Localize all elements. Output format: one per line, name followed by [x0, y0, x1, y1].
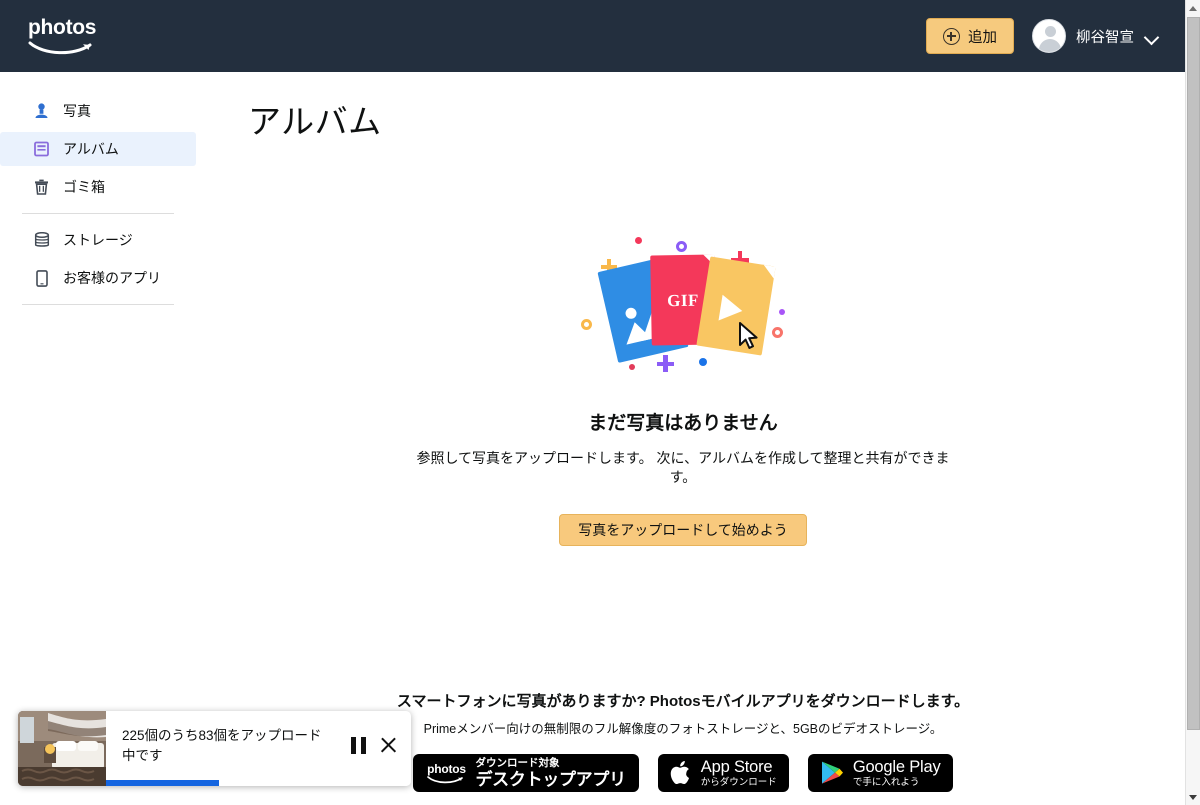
- upload-toast-actions: [351, 737, 403, 754]
- pause-icon[interactable]: [351, 737, 366, 754]
- empty-state: GIF まだ写真はありません 参照して写真をアップロードします。 次に、アルバム…: [196, 227, 1170, 546]
- dot-crimson: [629, 364, 635, 370]
- app-root: photos 追加 柳谷智宣 写真 アルバム ゴミ箱 ストレージ お客様のアプリ…: [0, 0, 1200, 805]
- header-right-cluster: 追加 柳谷智宣: [926, 18, 1185, 54]
- sidebar-item-label: お客様のアプリ: [63, 270, 161, 286]
- promo-subtitle: Primeメンバー向けの無制限のフル解像度のフォトストレージと、5GBのビデオス…: [423, 722, 943, 736]
- add-button[interactable]: 追加: [926, 18, 1014, 54]
- sidebar-item-label: ストレージ: [63, 232, 133, 248]
- app-store-badge-line1: App Store: [700, 757, 773, 776]
- dot-red: [635, 237, 642, 244]
- avatar: [1032, 19, 1066, 53]
- desktop-badge-line1: ダウンロード対象: [475, 757, 560, 770]
- ring-purple: [676, 241, 687, 252]
- top-header: photos 追加 柳谷智宣: [0, 0, 1185, 72]
- desktop-badge-line2: デスクトップアプリ: [475, 769, 626, 789]
- plus-circle-icon: [943, 27, 960, 45]
- ring-salmon: [772, 327, 783, 338]
- upload-toast-body: 225個のうち83個をアップロード中です: [106, 711, 411, 786]
- app-store-badge-text: App Store からダウンロード: [700, 757, 777, 788]
- empty-state-subtitle: 参照して写真をアップロードします。 次に、アルバムを作成して整理と共有ができます…: [416, 450, 950, 485]
- sidebar-item-label: ゴミ箱: [63, 179, 105, 195]
- plus-violet: [657, 355, 674, 372]
- sidebar-item-your-apps[interactable]: お客様のアプリ: [0, 261, 196, 295]
- scroll-up-arrow-icon[interactable]: [1186, 0, 1200, 16]
- scroll-down-arrow-icon[interactable]: [1186, 789, 1200, 805]
- app-store-badge-line2: からダウンロード: [700, 777, 777, 788]
- mouse-cursor-icon: [739, 322, 758, 349]
- mobile-device-icon: [33, 269, 50, 287]
- trash-icon: [33, 179, 50, 196]
- upload-photos-button[interactable]: 写真をアップロードして始めよう: [559, 513, 807, 546]
- close-icon[interactable]: [380, 737, 397, 754]
- main-content: アルバム GIF まだ写真はありません 参照して写真をアップロードします。 次に…: [196, 72, 1185, 805]
- app-store-badge[interactable]: App Store からダウンロード: [657, 754, 789, 792]
- account-menu[interactable]: 柳谷智宣: [1032, 19, 1159, 53]
- scrollbar-thumb[interactable]: [1187, 17, 1200, 730]
- google-play-badge-line2: で手に入れよう: [852, 777, 920, 788]
- sidebar-item-photos[interactable]: 写真: [0, 94, 196, 128]
- upload-progress-track: [106, 780, 411, 786]
- google-play-badge-line1: Google Play: [852, 757, 941, 776]
- upload-progress-fill: [106, 780, 219, 786]
- sidebar-item-trash[interactable]: ゴミ箱: [0, 170, 196, 204]
- desktop-badge-text: ダウンロード対象 デスクトップアプリ: [475, 757, 626, 789]
- amazon-smile-icon: [28, 41, 92, 55]
- logo-text: photos: [28, 16, 97, 39]
- avatar-person-icon: [1033, 20, 1065, 52]
- chevron-down-icon: [1144, 32, 1159, 41]
- empty-state-title: まだ写真はありません: [588, 413, 778, 434]
- empty-state-illustration: GIF: [563, 227, 803, 382]
- amazon-smile-icon: [427, 775, 464, 783]
- google-play-badge[interactable]: Google Play で手に入れよう: [807, 754, 953, 792]
- sidebar-divider: [22, 213, 174, 214]
- google-play-badge-text: Google Play で手に入れよう: [852, 757, 941, 788]
- sidebar-item-albums[interactable]: アルバム: [0, 132, 196, 166]
- sidebar-item-label: 写真: [63, 103, 91, 119]
- google-play-triangle-icon: [821, 761, 843, 784]
- album-book-icon: [33, 141, 50, 158]
- account-name: 柳谷智宣: [1076, 29, 1134, 46]
- photos-badge-logo: photos: [426, 763, 466, 784]
- sidebar-item-storage[interactable]: ストレージ: [0, 223, 196, 257]
- app-badges: photos ダウンロード対象 デスクトップアプリ App Store からダウ…: [413, 754, 953, 792]
- upload-thumbnail: [18, 711, 106, 786]
- photos-logo[interactable]: photos: [28, 16, 102, 56]
- page-title: アルバム: [248, 103, 382, 140]
- desktop-app-badge[interactable]: photos ダウンロード対象 デスクトップアプリ: [413, 754, 639, 792]
- photos-badge-logo-text: photos: [427, 761, 466, 776]
- add-button-label: 追加: [968, 29, 997, 46]
- photo-person-icon: [33, 103, 50, 120]
- upload-status-text: 225個のうち83個をアップロード中です: [122, 727, 322, 763]
- sidebar-divider-bottom: [22, 304, 174, 305]
- upload-progress-toast: 225個のうち83個をアップロード中です: [18, 711, 411, 786]
- ring-orange: [581, 319, 592, 330]
- hotel-room-photo: [18, 711, 106, 786]
- play-icon: [718, 294, 745, 324]
- apple-logo-icon: [670, 761, 689, 785]
- page-scrollbar[interactable]: [1185, 0, 1200, 805]
- sidebar-nav: 写真 アルバム ゴミ箱 ストレージ お客様のアプリ: [0, 90, 196, 314]
- promo-title: スマートフォンに写真がありますか? Photosモバイルアプリをダウンロードしま…: [396, 693, 970, 710]
- dot-blue: [699, 358, 707, 366]
- sidebar-item-label: アルバム: [63, 141, 119, 157]
- dot-purple: [779, 309, 785, 315]
- storage-stack-icon: [33, 232, 50, 249]
- video-card: [696, 256, 776, 356]
